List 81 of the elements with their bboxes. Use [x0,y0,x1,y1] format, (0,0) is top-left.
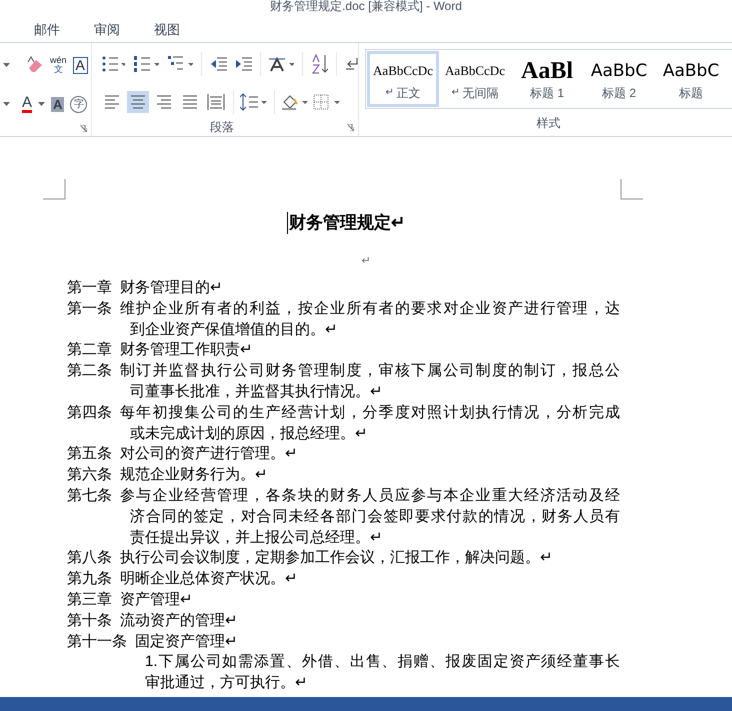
text-line: 固定资产管理↵ [135,632,239,652]
paragraph-mark: ↵ [386,86,394,100]
text-line: 资产管理↵ [120,590,194,610]
text-line: 维护企业所有者的利益，按企业所有者的要求对企业资产进行管理，达 [120,298,620,319]
style-name: 正文 [396,85,420,101]
text-line: 财务管理目的↵ [120,278,224,298]
text-line: 明晰企业总体资产状况。↵ [120,569,299,590]
phonetic-guide-icon[interactable]: wén 文 [50,56,67,74]
eraser-icon[interactable] [26,56,44,74]
character-border-icon[interactable]: A [72,56,88,74]
text-line: 规范企业财务行为。↵ [120,465,269,486]
text-line: 或未完成计划的原因，报总经理。↵ [130,424,369,444]
text-line: 司董事长批准，并监督其执行情况。↵ [130,382,384,402]
caret-icon[interactable] [3,102,10,106]
style-option[interactable]: AaBl 标题 1 [511,51,583,107]
text-direction-icon[interactable] [268,55,294,74]
text-line: 财务管理工作职责↵ [120,340,254,360]
clause-label: 第二章 [67,340,112,360]
clause-label: 第七条 [67,486,112,506]
align-center-icon[interactable] [127,90,149,113]
text-line: 责任提出异议，并上报公司总经理。↵ [130,528,384,548]
corner-mark [43,179,66,200]
dialog-launcher-icon[interactable] [80,125,87,132]
line-spacing-icon[interactable] [240,92,268,111]
text-line: 1.下属公司如需添置、外借、出售、捐赠、报废固定资产须经董事长 [145,652,620,672]
paragraph-mark: ↵ [362,254,370,268]
clause-label: 第十一条 [67,632,127,652]
text-line: 对公司的资产进行管理。↵ [120,444,299,464]
increase-indent-icon[interactable] [234,56,252,72]
group-label: 段落 [210,119,234,136]
text-line: 济合同的签定，对合同未经各部门会签即要求付款的情况，财务人员有 [130,506,620,527]
text-line: 参与企业经营管理，各条块的财务人员应参与本企业重大经济活动及经 [120,486,620,506]
style-option[interactable]: AaBbCcDc ↵ 无间隔 [439,51,511,107]
clause-label: 第八条 [67,548,112,568]
style-option[interactable]: AaBbC 标题 [655,51,727,107]
borders-icon[interactable] [313,92,341,111]
corner-mark [620,179,643,200]
clause-label: 第十条 [67,610,112,631]
paragraph-mark-icon[interactable] [344,57,358,72]
window-title: 财务管理规定.doc [兼容模式] - Word [270,0,462,12]
ribbon-tab[interactable]: 视图 [154,20,180,40]
character-shading-icon[interactable]: A [51,96,64,112]
style-preview: AaBbC [590,60,648,83]
clause-label: 第二条 [67,361,112,382]
document-title: 财务管理规定↵ [287,212,405,234]
clause-label: 第五条 [67,444,112,464]
clause-label: 第九条 [67,569,112,590]
clause-label: 第一章 [67,278,112,298]
ribbon-tab[interactable]: 审阅 [94,20,120,40]
style-preview: AaBbCcDc [373,62,433,80]
style-option[interactable]: AaBbCcDc ↵ 正文 [367,51,439,107]
style-option[interactable]: AaBbC 标题 2 [583,51,655,107]
bullet-list-icon[interactable] [101,55,126,74]
sort-icon[interactable] [311,54,328,74]
text-line: 每年初搜集公司的生产经营计划，分季度对照计划执行情况，分析完成 [120,402,620,423]
paint-bucket-icon[interactable] [281,92,309,111]
style-name: 标题 2 [602,85,636,101]
clause-label: 第四条 [67,402,112,423]
clause-label: 第六条 [67,465,112,486]
clause-label: 第三章 [67,590,112,610]
style-name: 标题 1 [530,85,564,101]
enclose-character-icon[interactable]: 字 [70,96,88,112]
caret-icon[interactable] [3,63,10,67]
text-line: 到企业资产保值增值的目的。↵ [130,320,339,340]
ribbon-tab[interactable]: 邮件 [34,20,60,40]
numbered-list-icon[interactable] [133,55,160,74]
style-name: 无间隔 [462,85,498,101]
dialog-launcher-icon[interactable] [347,124,354,130]
text-line: 制订并监督执行公司财务管理制度，审核下属公司制度的制订，报总公 [120,361,620,382]
text-line: 执行公司会议制度，定期参加工作会议，汇报工作，解决问题。↵ [120,548,554,568]
style-preview: AaBbC [662,60,720,83]
decrease-indent-icon[interactable] [210,56,227,72]
style-preview: AaBl [520,57,573,85]
paragraph-mark: ↵ [452,86,460,100]
group-label: 样式 [536,114,560,132]
text-line: 流动资产的管理↵ [120,610,239,631]
text-line: 审批通过，方可执行。↵ [145,673,309,694]
caret-icon[interactable] [38,102,46,106]
clause-label: 第一条 [67,298,112,319]
style-preview: AaBbCcDc [445,62,505,80]
style-name: 标题 [679,85,703,101]
